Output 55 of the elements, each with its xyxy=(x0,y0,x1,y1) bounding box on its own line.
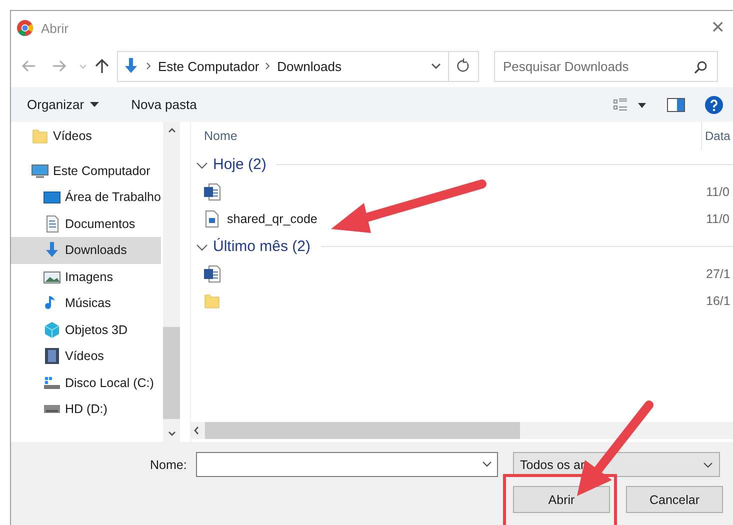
film-icon xyxy=(43,347,61,366)
new-folder-button[interactable]: Nova pasta xyxy=(131,97,197,112)
down-arrow-icon xyxy=(122,57,140,75)
view-options-icon[interactable] xyxy=(613,98,647,112)
sidebar-item[interactable]: HD (D:) xyxy=(11,396,161,422)
cube-icon xyxy=(43,320,61,339)
column-header[interactable]: Nome xyxy=(204,129,701,143)
vertical-scrollbar[interactable] xyxy=(163,122,180,442)
group-header[interactable]: Hoje (2) xyxy=(213,156,266,173)
folder-icon xyxy=(31,127,49,146)
search-field[interactable]: Pesquisar Downloads xyxy=(494,50,718,82)
file-date: 11/0 xyxy=(706,212,730,226)
word-document-icon xyxy=(203,183,221,202)
breadcrumb[interactable]: Downloads xyxy=(277,58,342,74)
open-button[interactable]: Abrir xyxy=(513,486,610,513)
chevron-down-icon xyxy=(703,462,713,468)
image-file-icon xyxy=(203,210,221,228)
close-button[interactable]: ✕ xyxy=(708,18,727,38)
sidebar-item[interactable]: Este Computador xyxy=(11,158,161,184)
chevron-icon xyxy=(265,62,272,70)
file-name-field[interactable] xyxy=(196,452,498,477)
sidebar-item[interactable]: Downloads xyxy=(11,237,161,264)
name-label: Nome: xyxy=(150,458,188,472)
sidebar-item[interactable]: Disco Local (C:) xyxy=(11,370,161,396)
sidebar-item[interactable]: Objetos 3D xyxy=(11,316,161,343)
sidebar-item[interactable]: Área de Trabalho xyxy=(11,184,161,210)
word-document-icon xyxy=(203,265,221,284)
address-bar[interactable]: Este Computador Downloads xyxy=(117,50,449,82)
monitor-icon xyxy=(31,162,49,180)
file-date: 16/1 xyxy=(706,294,732,308)
file-name[interactable]: shared_qr_code xyxy=(227,212,700,226)
group-header[interactable]: Último mês (2) xyxy=(213,238,311,255)
file-date: 11/0 xyxy=(706,185,730,200)
file-date: 27/1 xyxy=(706,267,732,282)
sidebar-item[interactable]: Imagens xyxy=(11,264,161,290)
breadcrumb[interactable]: Este Computador xyxy=(158,58,260,74)
preview-pane-icon[interactable] xyxy=(667,98,685,112)
window-title: Abrir xyxy=(41,20,70,36)
cancel-button[interactable]: Cancelar xyxy=(626,486,723,513)
sidebar-item[interactable]: Vídeos xyxy=(11,343,161,370)
organize-button[interactable]: Organizar xyxy=(27,97,100,112)
column-header[interactable]: Data xyxy=(701,122,733,150)
sidebar-item[interactable]: Músicas xyxy=(11,290,161,316)
caret-icon xyxy=(90,102,100,107)
chevron-down-icon[interactable] xyxy=(482,461,492,467)
sidebar-item[interactable]: Vídeos xyxy=(11,123,161,150)
refresh-icon[interactable] xyxy=(449,50,479,82)
help-icon[interactable] xyxy=(705,96,723,114)
folder-icon xyxy=(203,292,221,310)
horizontal-scrollbar[interactable] xyxy=(191,422,733,439)
search-icon xyxy=(694,60,708,74)
down-arrow-icon xyxy=(43,241,61,260)
sidebar-item[interactable]: Documentos xyxy=(11,210,161,237)
browser-logo-icon xyxy=(17,20,33,36)
chevron-icon xyxy=(146,62,152,70)
